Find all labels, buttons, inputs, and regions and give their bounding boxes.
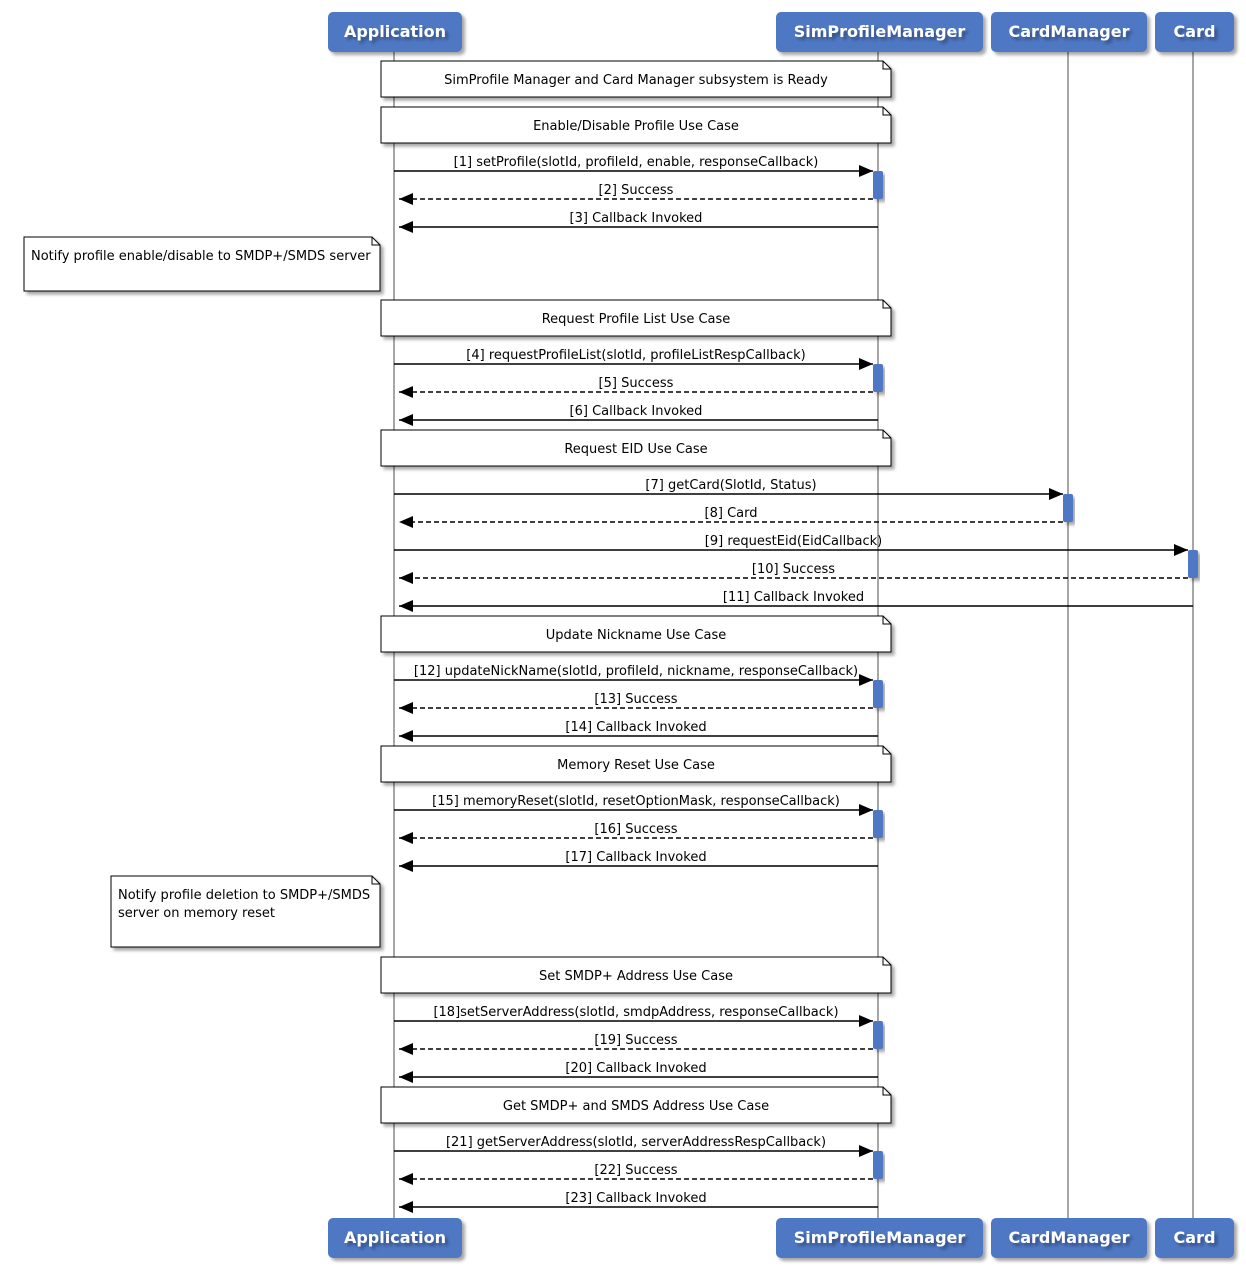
message-arrow: [9] requestEid(EidCallback) xyxy=(394,534,1188,556)
participant-card-top: Card xyxy=(1155,12,1234,52)
message-arrow: [7] getCard(SlotId, Status) xyxy=(394,478,1063,500)
participant-label: Application xyxy=(344,1228,446,1247)
message-arrow: [4] requestProfileList(slotId, profileLi… xyxy=(394,348,873,370)
message-arrow: [14] Callback Invoked xyxy=(399,720,878,742)
message-label: [3] Callback Invoked xyxy=(570,211,703,226)
side-note: Notify profile enable/disable to SMDP+/S… xyxy=(23,236,381,292)
message-arrow: [16] Success xyxy=(399,822,873,844)
message-label: [9] requestEid(EidCallback) xyxy=(705,534,882,549)
note-text: Set SMDP+ Address Use Case xyxy=(539,969,733,984)
message-arrow: [13] Success xyxy=(399,692,873,714)
message-label: [12] updateNickName(slotId, profileId, n… xyxy=(414,664,858,679)
message-label: [23] Callback Invoked xyxy=(565,1191,706,1206)
participant-label: CardManager xyxy=(1009,22,1130,41)
side-note: Notify profile deletion to SMDP+/SMDS ser… xyxy=(110,875,381,948)
message-label: [8] Card xyxy=(705,506,758,521)
activation-bar xyxy=(873,1151,883,1179)
message-arrow: [18]setServerAddress(slotId, smdpAddress… xyxy=(394,1005,873,1027)
message-label: [4] requestProfileList(slotId, profileLi… xyxy=(466,348,805,363)
message-arrow: [20] Callback Invoked xyxy=(399,1061,878,1083)
activation-bar xyxy=(873,171,883,199)
message-arrow: [10] Success xyxy=(399,562,1188,584)
note-text: Notify profile enable/disable to SMDP+/S… xyxy=(31,249,371,264)
message-label: [7] getCard(SlotId, Status) xyxy=(645,478,816,493)
message-label: [21] getServerAddress(slotId, serverAddr… xyxy=(446,1135,826,1150)
message-label: [11] Callback Invoked xyxy=(723,590,864,605)
note-box xyxy=(23,236,381,292)
activation-bar xyxy=(873,810,883,838)
activation-bar xyxy=(1063,494,1073,522)
message-arrow: [12] updateNickName(slotId, profileId, n… xyxy=(394,664,873,686)
message-label: [15] memoryReset(slotId, resetOptionMask… xyxy=(432,794,840,809)
participant-label: Card xyxy=(1174,1228,1216,1247)
message-label: [20] Callback Invoked xyxy=(565,1061,706,1076)
participant-app-bottom: Application xyxy=(328,1218,462,1258)
participant-label: SimProfileManager xyxy=(794,1228,966,1247)
note-text: SimProfile Manager and Card Manager subs… xyxy=(444,73,828,88)
note-text: Request Profile List Use Case xyxy=(542,312,731,327)
message-arrow: [1] setProfile(slotId, profileId, enable… xyxy=(394,155,873,177)
participant-label: Application xyxy=(344,22,446,41)
message-arrow: [23] Callback Invoked xyxy=(399,1191,878,1213)
message-label: [5] Success xyxy=(599,376,674,391)
message-arrow: [22] Success xyxy=(399,1163,873,1185)
participant-app-top: Application xyxy=(328,12,462,52)
participant-cm-top: CardManager xyxy=(991,12,1147,52)
activation-bar xyxy=(873,364,883,392)
participant-label: CardManager xyxy=(1009,1228,1130,1247)
message-arrow: [19] Success xyxy=(399,1033,873,1055)
participant-cm-bottom: CardManager xyxy=(991,1218,1147,1258)
message-label: [1] setProfile(slotId, profileId, enable… xyxy=(454,155,819,170)
message-label: [19] Success xyxy=(594,1033,677,1048)
message-arrow: [6] Callback Invoked xyxy=(399,404,878,426)
use-case-note: Set SMDP+ Address Use Case xyxy=(380,956,892,994)
message-arrow: [3] Callback Invoked xyxy=(399,211,878,233)
participant-label: Card xyxy=(1174,22,1216,41)
note-text: server on memory reset xyxy=(118,906,275,921)
use-case-note: Update Nickname Use Case xyxy=(380,615,892,653)
use-case-note: SimProfile Manager and Card Manager subs… xyxy=(380,60,892,98)
message-arrow: [5] Success xyxy=(399,376,873,398)
participant-card-bottom: Card xyxy=(1155,1218,1234,1258)
message-label: [2] Success xyxy=(599,183,674,198)
message-arrow: [15] memoryReset(slotId, resetOptionMask… xyxy=(394,794,873,816)
message-arrow: [17] Callback Invoked xyxy=(399,850,878,872)
message-label: [22] Success xyxy=(594,1163,677,1178)
note-text: Notify profile deletion to SMDP+/SMDS xyxy=(118,888,370,903)
message-label: [16] Success xyxy=(594,822,677,837)
activation-bar xyxy=(1188,550,1198,578)
message-label: [13] Success xyxy=(594,692,677,707)
sequence-diagram: SimProfile Manager and Card Manager subs… xyxy=(23,12,1234,1258)
activation-bar xyxy=(873,680,883,708)
note-text: Enable/Disable Profile Use Case xyxy=(533,119,739,134)
note-text: Get SMDP+ and SMDS Address Use Case xyxy=(503,1099,769,1114)
note-text: Update Nickname Use Case xyxy=(546,628,726,643)
activation-bar xyxy=(873,1021,883,1049)
use-case-note: Get SMDP+ and SMDS Address Use Case xyxy=(380,1086,892,1124)
participant-spm-top: SimProfileManager xyxy=(776,12,983,52)
message-arrow: [8] Card xyxy=(399,506,1063,528)
note-text: Request EID Use Case xyxy=(564,442,707,457)
use-case-note: Request Profile List Use Case xyxy=(380,299,892,337)
use-case-note: Request EID Use Case xyxy=(380,429,892,467)
message-label: [17] Callback Invoked xyxy=(565,850,706,865)
note-text: Memory Reset Use Case xyxy=(557,758,715,773)
use-case-note: Memory Reset Use Case xyxy=(380,745,892,783)
message-label: [18]setServerAddress(slotId, smdpAddress… xyxy=(433,1005,838,1020)
message-arrow: [21] getServerAddress(slotId, serverAddr… xyxy=(394,1135,873,1157)
message-label: [6] Callback Invoked xyxy=(570,404,703,419)
participant-label: SimProfileManager xyxy=(794,22,966,41)
use-case-note: Enable/Disable Profile Use Case xyxy=(380,106,892,144)
message-label: [10] Success xyxy=(752,562,835,577)
message-arrow: [2] Success xyxy=(399,183,873,205)
message-label: [14] Callback Invoked xyxy=(565,720,706,735)
message-arrow: [11] Callback Invoked xyxy=(399,590,1193,612)
participant-spm-bottom: SimProfileManager xyxy=(776,1218,983,1258)
